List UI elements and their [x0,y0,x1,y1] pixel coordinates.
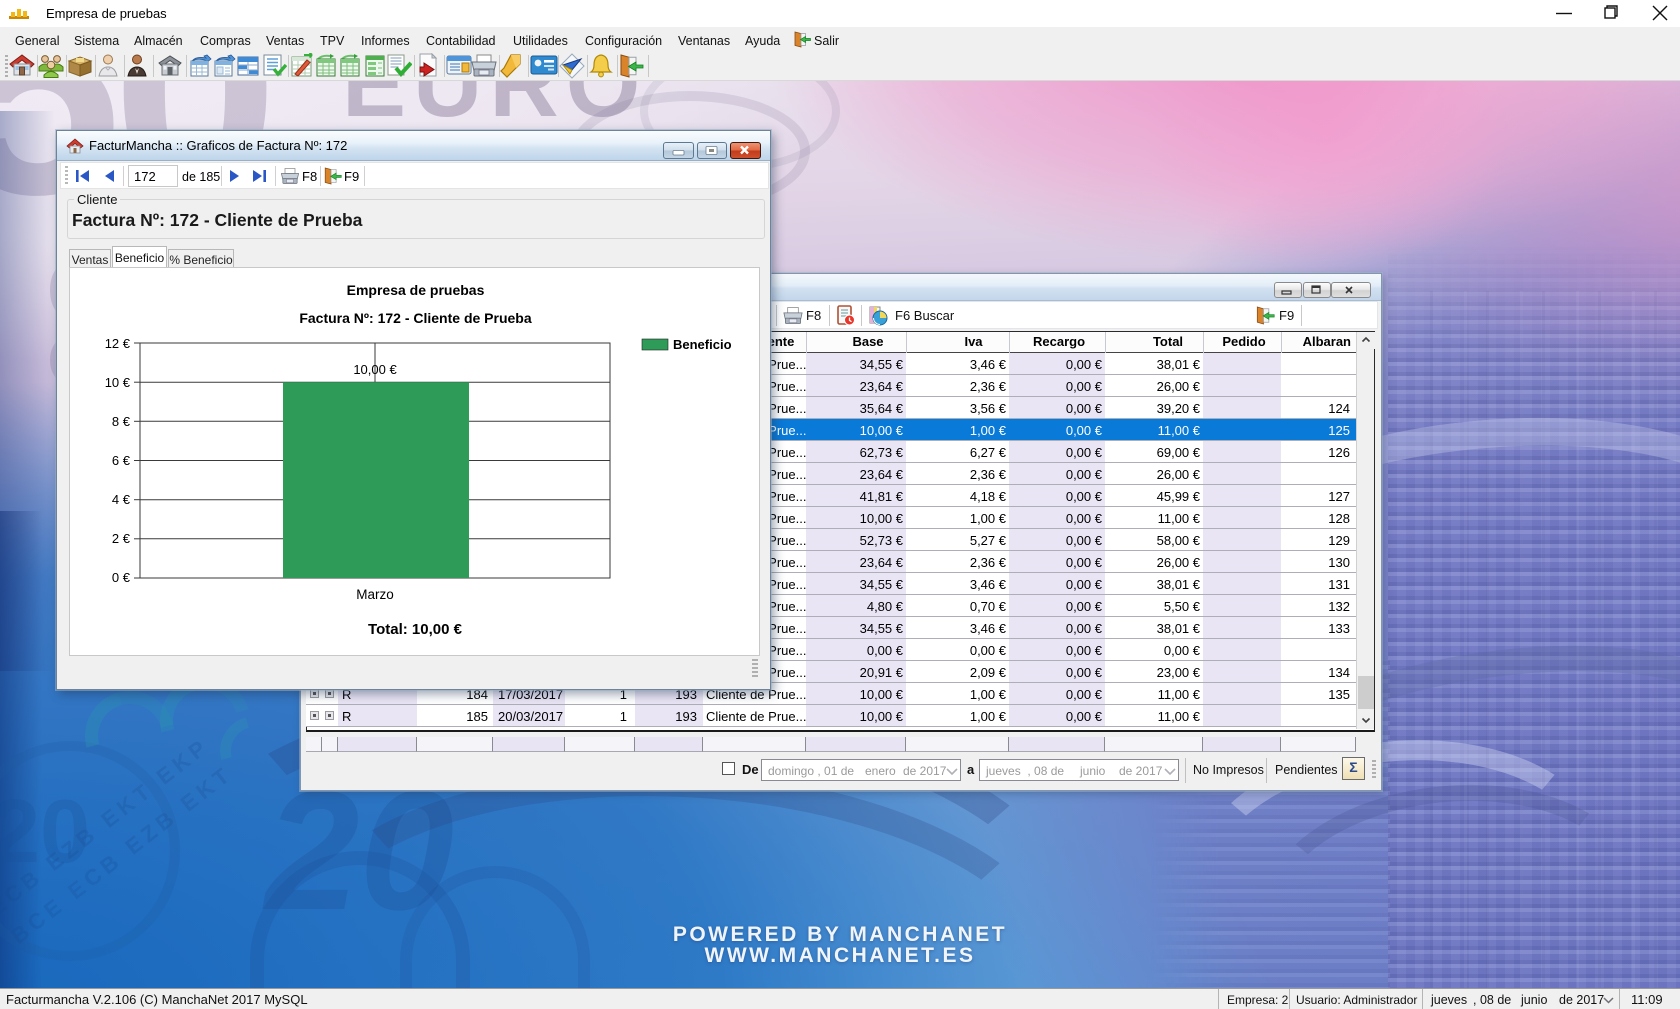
svg-text:Beneficio: Beneficio [673,337,732,352]
svg-text:4 €: 4 € [112,492,131,507]
svg-text:2 €: 2 € [112,531,131,546]
svg-text:Marzo: Marzo [356,587,394,602]
svg-text:10,00 €: 10,00 € [353,362,397,377]
svg-text:10 €: 10 € [105,375,131,390]
svg-text:6 €: 6 € [112,453,131,468]
svg-text:12 €: 12 € [105,336,131,351]
svg-text:8 €: 8 € [112,414,131,429]
svg-text:0 €: 0 € [112,570,131,585]
svg-text:Total: 10,00 €: Total: 10,00 € [368,621,463,638]
